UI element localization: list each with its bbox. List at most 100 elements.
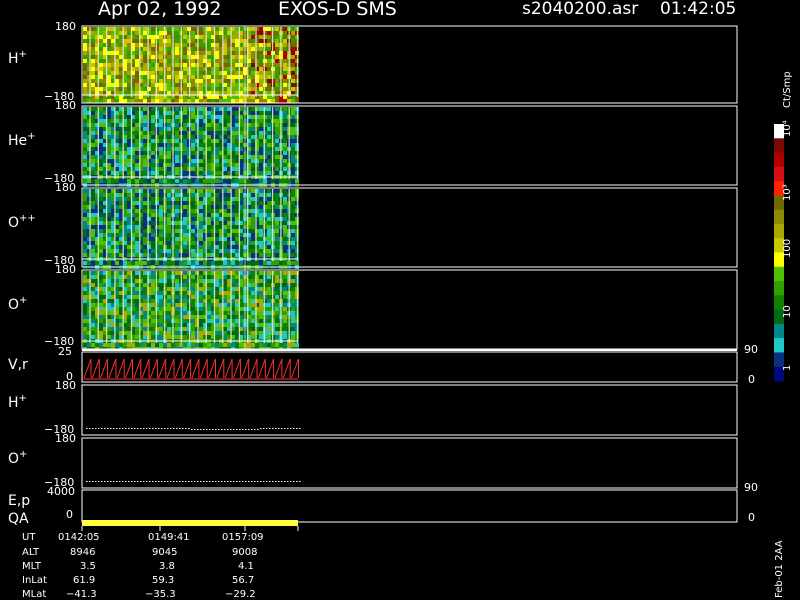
heatmap-cell (143, 241, 147, 245)
heatmap-cell (183, 63, 187, 67)
heatmap-cell (267, 283, 271, 287)
heatmap-cell (83, 163, 87, 167)
heatmap-cell (175, 343, 179, 347)
heatmap-cell (83, 63, 87, 67)
line-trace-dot (122, 428, 124, 429)
heatmap-cell (127, 299, 131, 303)
heatmap-cell (115, 279, 119, 283)
heatmap-cell (183, 163, 187, 167)
heatmap-cell (115, 79, 119, 83)
heatmap-cell (123, 261, 127, 265)
heatmap-cell (291, 151, 295, 155)
heatmap-cell (183, 201, 187, 205)
heatmap-cell (215, 43, 219, 47)
heatmap-cell (151, 147, 155, 151)
heatmap-cell (183, 261, 187, 265)
colorbar-segment (774, 223, 784, 239)
heatmap-cell (251, 63, 255, 67)
heatmap-cell (227, 237, 231, 241)
heatmap-cell (263, 167, 267, 171)
heatmap-cell (235, 335, 239, 339)
heatmap-cell (99, 163, 103, 167)
line-trace-dot (167, 428, 169, 429)
heatmap-cell (267, 213, 271, 217)
heatmap-cell (283, 291, 287, 295)
heatmap-cell (199, 151, 203, 155)
heatmap-cell (283, 35, 287, 39)
heatmap-cell (291, 327, 295, 331)
heatmap-cell (119, 233, 123, 237)
vr-sawtooth (208, 358, 216, 379)
heatmap-cell (151, 245, 155, 249)
heatmap-cell (251, 323, 255, 327)
heatmap-cell (251, 123, 255, 127)
line-trace-dot (89, 428, 91, 429)
heatmap-cell (291, 83, 295, 87)
heatmap-cell (91, 311, 95, 315)
heatmap-cell (211, 343, 215, 347)
heatmap-cell (275, 209, 279, 213)
heatmap-cell (227, 287, 231, 291)
heatmap-cell (107, 283, 111, 287)
heatmap-cell (215, 75, 219, 79)
heatmap-cell (175, 299, 179, 303)
heatmap-cell (227, 163, 231, 167)
heatmap-cell (235, 331, 239, 335)
heatmap-cell (159, 87, 163, 91)
heatmap-cell (183, 139, 187, 143)
heatmap-cell (267, 159, 271, 163)
heatmap-cell (207, 63, 211, 67)
heatmap-cell (119, 303, 123, 307)
heatmap-cell (199, 155, 203, 159)
heatmap-cell (159, 151, 163, 155)
vr-sawtooth (133, 358, 142, 379)
heatmap-cell (119, 335, 123, 339)
heatmap-cell (191, 261, 195, 265)
heatmap-cell (151, 201, 155, 205)
heatmap-cell (143, 299, 147, 303)
heatmap-cell (259, 159, 263, 163)
heatmap-cell (175, 221, 179, 225)
heatmap-cell (183, 67, 187, 71)
heatmap-cell (263, 55, 267, 59)
heatmap-cell (207, 87, 211, 91)
line-trace-dot (254, 481, 256, 482)
heatmap-cell (227, 67, 231, 71)
heatmap-cell (107, 193, 111, 197)
heatmap-cell (183, 249, 187, 253)
heatmap-cell (215, 115, 219, 119)
heatmap-cell (207, 119, 211, 123)
heatmap-cell (135, 79, 139, 83)
heatmap-cell (199, 107, 203, 111)
heatmap-cell (143, 225, 147, 229)
heatmap-cell (291, 87, 295, 91)
heatmap-cell (107, 111, 111, 115)
heatmap-cell (143, 39, 147, 43)
line-trace-dot (287, 428, 289, 429)
heatmap-cell (283, 39, 287, 43)
heatmap-cell (159, 75, 163, 79)
heatmap-cell (223, 279, 227, 283)
line-trace-dot (92, 481, 94, 482)
heatmap-cell (135, 75, 139, 79)
heatmap-cell (99, 315, 103, 319)
heatmap-cell (227, 291, 231, 295)
heatmap-cell (223, 91, 227, 95)
vr-sawtooth (274, 358, 283, 379)
heatmap-cell (259, 283, 263, 287)
heatmap-cell (215, 111, 219, 115)
heatmap-cell (167, 245, 171, 249)
heatmap-cell (127, 139, 131, 143)
heatmap-cell (215, 291, 219, 295)
heatmap-cell (107, 343, 111, 347)
heatmap-cell (91, 91, 95, 95)
heatmap-cell (83, 271, 87, 275)
heatmap-cell (99, 275, 103, 279)
heatmap-cell (199, 331, 203, 335)
heatmap-cell (199, 139, 203, 143)
heatmap-cell (219, 343, 223, 347)
heatmap-cell (283, 171, 287, 175)
heatmap-cell (127, 283, 131, 287)
heatmap-cell (283, 319, 287, 323)
heatmap-cell (99, 107, 103, 111)
